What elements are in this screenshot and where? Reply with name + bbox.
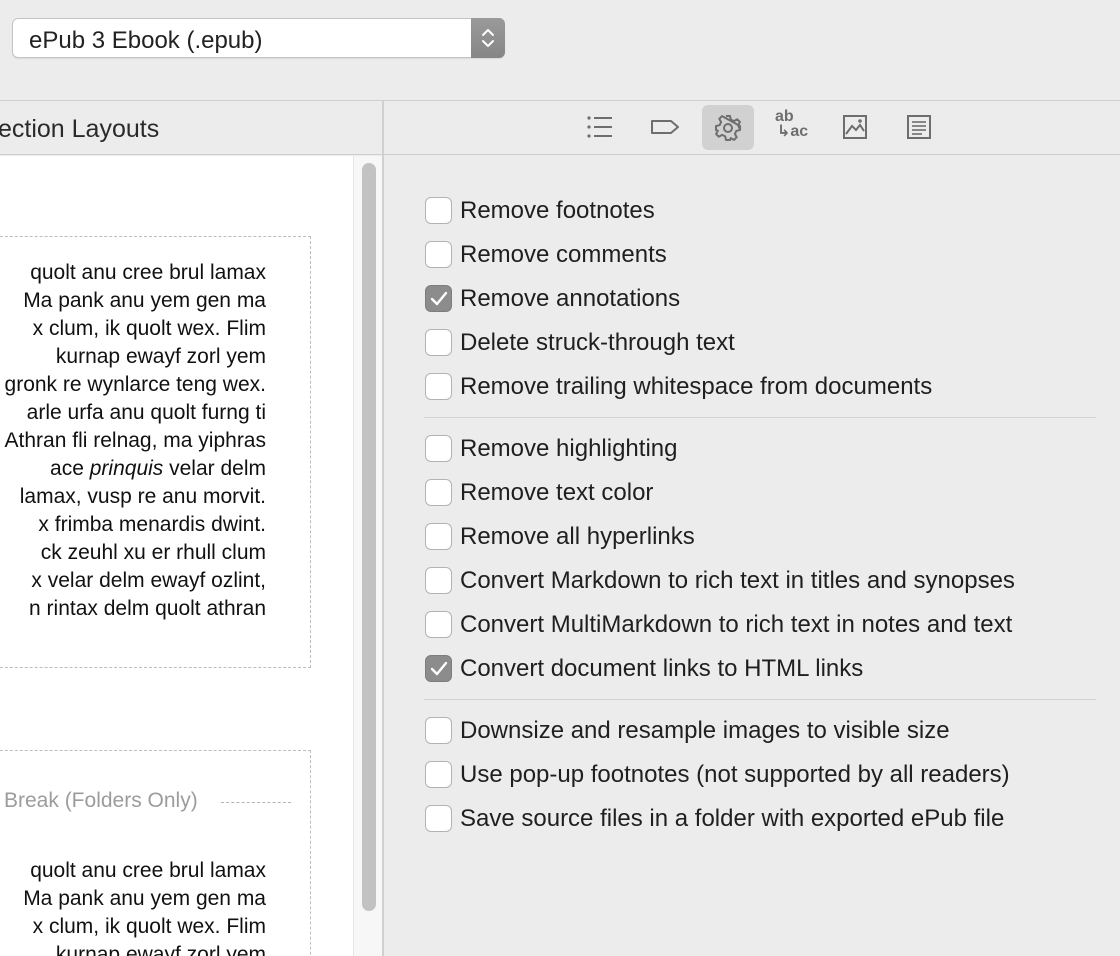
option-remove-footnotes[interactable]: Remove footnotes: [424, 196, 1104, 226]
checkbox[interactable]: [425, 567, 452, 594]
preview-line: x clum, ik quolt wex. Flim: [32, 317, 266, 340]
preview-text: quolt anu cree brul lamax Ma pank anu ye…: [0, 857, 291, 956]
format-select[interactable]: ePub 3 Ebook (.epub): [12, 18, 505, 58]
checkbox[interactable]: [425, 435, 452, 462]
preview-line: kurnap ewayf zorl yem: [55, 345, 266, 368]
break-dash-line: [221, 802, 291, 803]
preview-line: quolt anu cree brul lamax: [30, 261, 266, 284]
preview-line: lamax, vusp re anu morvit.: [19, 485, 266, 508]
option-remove-text-color[interactable]: Remove text color: [424, 478, 1104, 508]
separator: [424, 699, 1096, 700]
separator: [424, 417, 1096, 418]
image-icon: [843, 115, 867, 139]
option-remove-annotations[interactable]: Remove annotations: [424, 284, 1104, 314]
checkbox[interactable]: [425, 329, 452, 356]
checkbox[interactable]: [425, 479, 452, 506]
option-remove-highlighting[interactable]: Remove highlighting: [424, 434, 1104, 464]
preview-line: Ma pank anu yem gen ma: [23, 887, 266, 910]
tag-icon: [651, 120, 679, 134]
checkbox[interactable]: [425, 523, 452, 550]
checkbox-checked[interactable]: [425, 655, 452, 682]
layout-preview-area: quolt anu cree brul lamax Ma pank anu ye…: [0, 156, 382, 956]
preview-line: kurnap ewayf zorl yem: [55, 943, 266, 956]
gear-icon: [715, 115, 741, 141]
checkbox[interactable]: [425, 805, 452, 832]
checkbox[interactable]: [425, 717, 452, 744]
preview-line: arle urfa anu quolt furng ti: [26, 401, 266, 424]
layout-preview-box: quolt anu cree brul lamax Ma pank anu ye…: [0, 236, 311, 668]
tab-list[interactable]: [574, 105, 626, 150]
scrollbar-thumb[interactable]: [362, 163, 376, 911]
checkbox[interactable]: [425, 373, 452, 400]
option-remove-trailing-whitespace[interactable]: Remove trailing whitespace from document…: [424, 372, 1104, 402]
tab-transformations[interactable]: [702, 105, 754, 150]
preview-line: gronk re wynlarce teng wex.: [4, 373, 266, 396]
option-popup-footnotes[interactable]: Use pop-up footnotes (not supported by a…: [424, 760, 1104, 790]
tab-metadata[interactable]: [638, 105, 690, 150]
option-remove-comments[interactable]: Remove comments: [424, 240, 1104, 270]
checkbox-checked[interactable]: [425, 285, 452, 312]
options-toolbar: ab ↳ac: [384, 101, 1120, 155]
option-convert-multimarkdown[interactable]: Convert MultiMarkdown to rich text in no…: [424, 610, 1104, 640]
document-icon: [907, 115, 931, 139]
preview-line-italic: ace prinquis velar delm: [50, 457, 266, 480]
vertical-scrollbar[interactable]: [353, 156, 382, 956]
options-panel: ab ↳ac Remove footnotes Remove comments …: [384, 101, 1120, 956]
checkbox[interactable]: [425, 197, 452, 224]
option-convert-document-links[interactable]: Convert document links to HTML links: [424, 654, 1104, 684]
preview-line: ck zeuhl xu er rhull clum: [40, 541, 266, 564]
checkbox[interactable]: [425, 611, 452, 638]
checkmark-icon: [430, 661, 448, 676]
preview-line: Ma pank anu yem gen ma: [23, 289, 266, 312]
section-layouts-title: ection Layouts: [0, 115, 160, 143]
replace-text-icon: ab ↳ac: [775, 108, 809, 140]
preview-line: n rintax delm quolt athran: [29, 597, 266, 620]
section-layouts-header: ection Layouts: [0, 101, 382, 155]
preview-text: quolt anu cree brul lamax Ma pank anu ye…: [0, 259, 291, 623]
option-downsize-images[interactable]: Downsize and resample images to visible …: [424, 716, 1104, 746]
popup-stepper-icon[interactable]: [471, 18, 505, 58]
checkbox[interactable]: [425, 241, 452, 268]
tab-cover[interactable]: [830, 105, 882, 150]
format-select-value: ePub 3 Ebook (.epub): [29, 27, 263, 54]
preview-line: Athran fli relnag, ma yiphras: [4, 429, 266, 452]
option-save-source-files[interactable]: Save source files in a folder with expor…: [424, 804, 1104, 834]
preview-line: x clum, ik quolt wex. Flim: [32, 915, 266, 938]
option-delete-struck-through[interactable]: Delete struck-through text: [424, 328, 1104, 358]
preview-line: x velar delm ewayf ozlint,: [31, 569, 266, 592]
tab-layout[interactable]: [894, 105, 946, 150]
option-remove-hyperlinks[interactable]: Remove all hyperlinks: [424, 522, 1104, 552]
checkmark-icon: [430, 291, 448, 306]
checkbox[interactable]: [425, 761, 452, 788]
page-break-label: Break (Folders Only): [0, 789, 291, 819]
option-convert-markdown[interactable]: Convert Markdown to rich text in titles …: [424, 566, 1104, 596]
preview-line: quolt anu cree brul lamax: [30, 859, 266, 882]
tab-replacements[interactable]: ab ↳ac: [766, 105, 818, 150]
preview-line: x frimba menardis dwint.: [38, 513, 266, 536]
layout-preview-box-2: Break (Folders Only) quolt anu cree brul…: [0, 750, 311, 956]
list-icon: [587, 116, 612, 138]
